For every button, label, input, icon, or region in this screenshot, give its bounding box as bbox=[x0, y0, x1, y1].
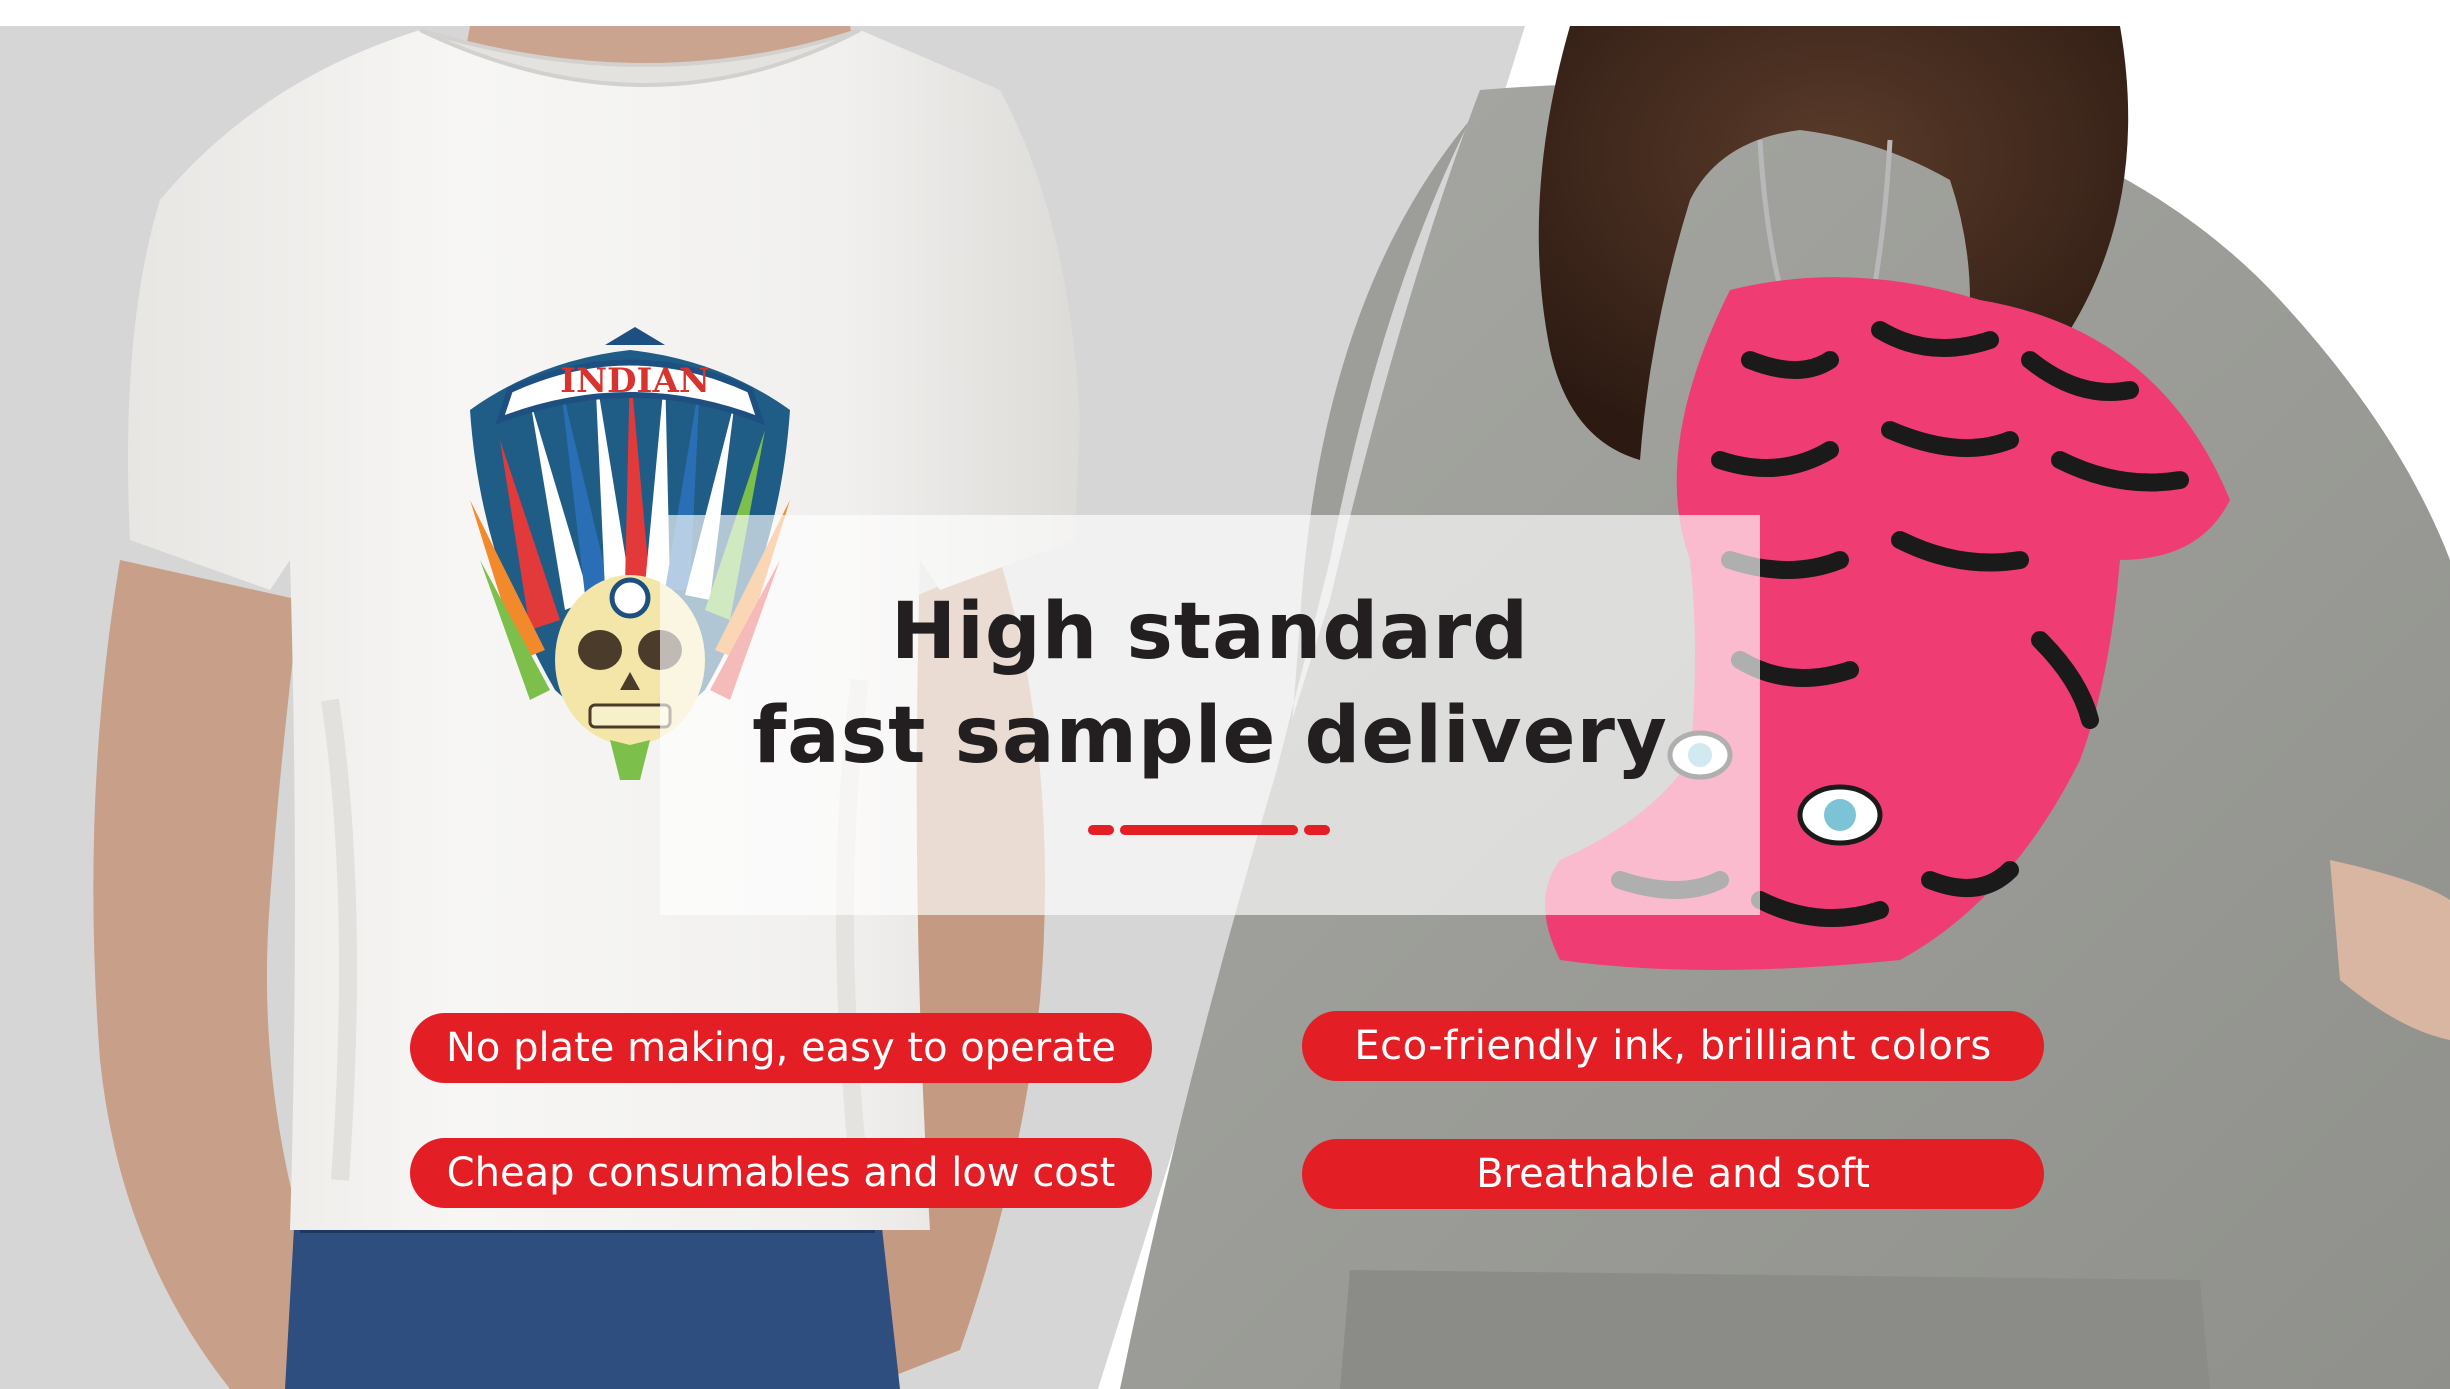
feature-pill-low-cost: Cheap consumables and low cost bbox=[410, 1138, 1152, 1208]
feature-pill-no-plate: No plate making, easy to operate bbox=[410, 1013, 1152, 1083]
jeans bbox=[285, 1210, 900, 1389]
headline-line-2: fast sample delivery bbox=[752, 691, 1668, 781]
feature-pill-breathable: Breathable and soft bbox=[1302, 1139, 2044, 1209]
sweater-hem bbox=[1340, 1270, 2210, 1389]
print-text: INDIAN bbox=[560, 361, 710, 401]
headline: High standard fast sample delivery bbox=[660, 580, 1760, 788]
headline-line-1: High standard bbox=[890, 587, 1530, 677]
feature-pill-eco-ink: Eco-friendly ink, brilliant colors bbox=[1302, 1011, 2044, 1081]
